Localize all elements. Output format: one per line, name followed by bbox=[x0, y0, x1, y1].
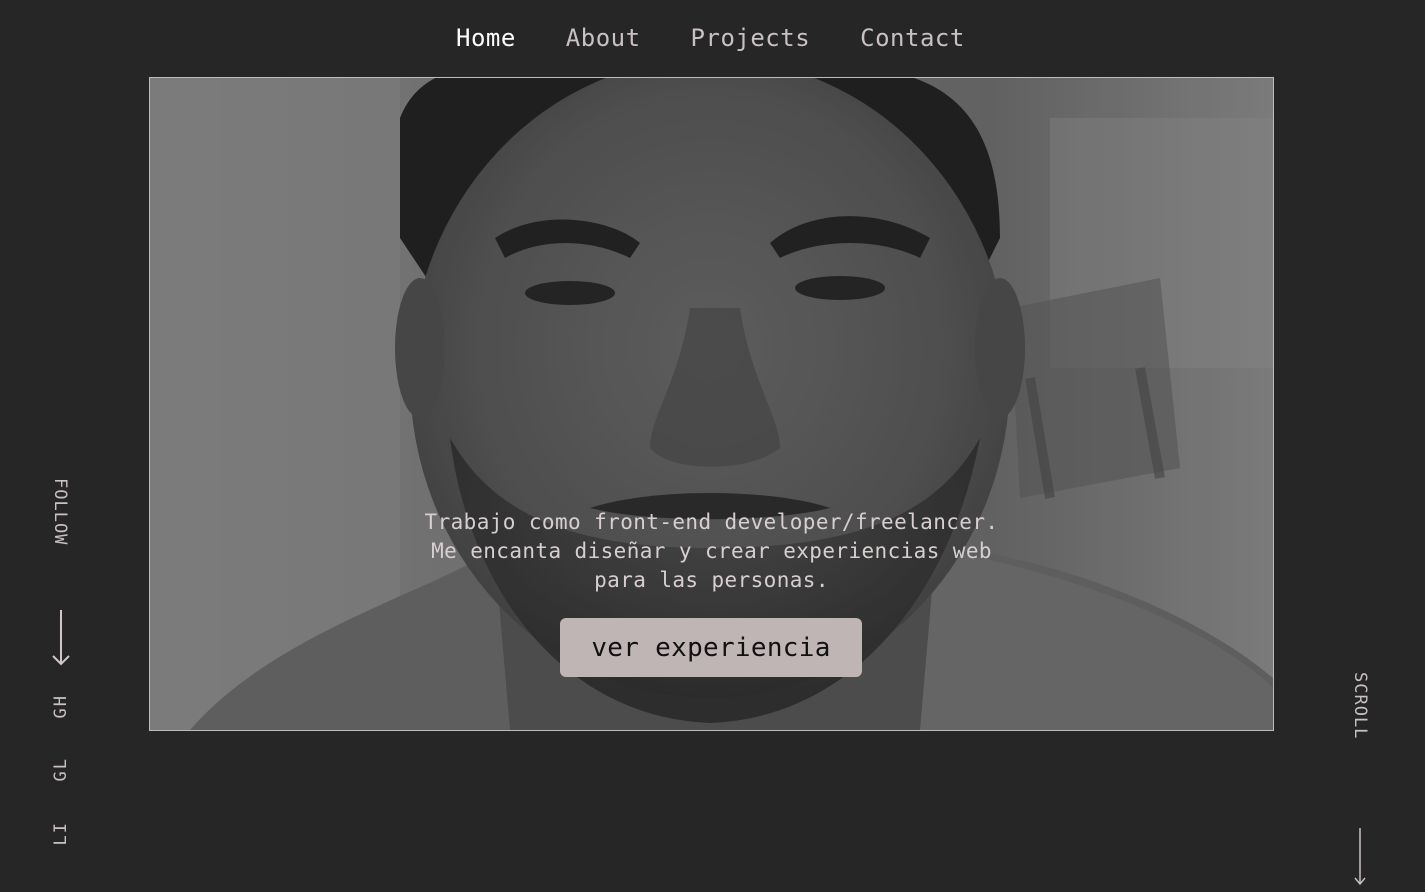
nav-projects-link[interactable]: Projects bbox=[691, 24, 811, 52]
view-experience-button[interactable]: ver experiencia bbox=[560, 618, 862, 677]
follow-label: FOLLOW bbox=[50, 478, 70, 546]
nav-home-link[interactable]: Home bbox=[456, 24, 516, 52]
hero-line-2: Me encanta diseñar y crear experiencias … bbox=[431, 539, 992, 563]
nav-about-link[interactable]: About bbox=[566, 24, 641, 52]
nav-contact-link[interactable]: Contact bbox=[860, 24, 965, 52]
scroll-label: SCROLL bbox=[1350, 672, 1370, 740]
social-link-gitlab[interactable]: GL bbox=[51, 757, 71, 781]
page: Home About Projects Contact Trabajo como… bbox=[0, 0, 1425, 892]
hero-section: Trabajo como front-end developer/freelan… bbox=[149, 77, 1274, 731]
arrow-down-icon bbox=[52, 610, 70, 666]
main-nav: Home About Projects Contact bbox=[456, 18, 965, 58]
social-link-github[interactable]: GH bbox=[51, 694, 71, 718]
hero-description: Trabajo como front-end developer/freelan… bbox=[150, 508, 1273, 595]
hero-line-3: para las personas. bbox=[594, 568, 829, 592]
scroll-arrow-down-icon[interactable] bbox=[1352, 826, 1368, 888]
social-link-linkedin[interactable]: LI bbox=[51, 821, 71, 845]
hero-line-1: Trabajo como front-end developer/freelan… bbox=[424, 510, 999, 534]
